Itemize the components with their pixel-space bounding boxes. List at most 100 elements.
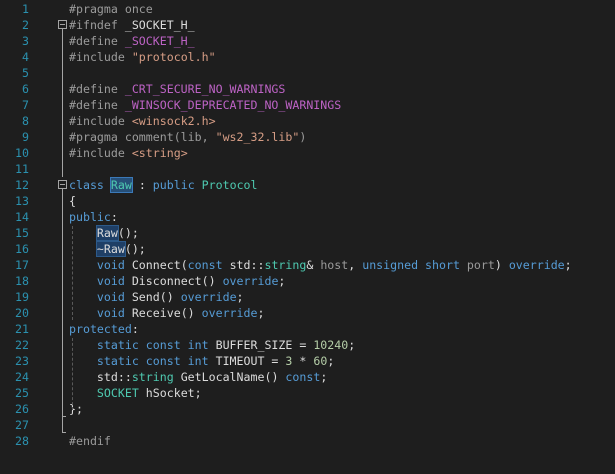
code-line[interactable]: 4 #include "protocol.h" bbox=[0, 49, 615, 65]
fold-line bbox=[62, 189, 63, 432]
code-token: ; bbox=[564, 258, 572, 272]
code-token: : bbox=[131, 322, 139, 336]
line-number: 13 bbox=[15, 194, 29, 208]
line-number: 24 bbox=[15, 370, 29, 384]
code-token: 10240 bbox=[313, 338, 349, 352]
code-text: ~Raw(); bbox=[69, 241, 146, 257]
code-token: ; bbox=[278, 274, 286, 288]
code-token: ; bbox=[320, 370, 328, 384]
code-line[interactable]: 6 #define _CRT_SECURE_NO_WARNINGS bbox=[0, 81, 615, 97]
code-line[interactable]: 20 void Receive() override; bbox=[0, 305, 615, 321]
line-number: 9 bbox=[22, 130, 29, 144]
code-token: (); bbox=[117, 226, 139, 240]
code-token: _WINSOCK_DEPRECATED_NO_WARNINGS bbox=[124, 98, 342, 112]
code-line[interactable]: 8 #include <winsock2.h> bbox=[0, 113, 615, 129]
line-number: 28 bbox=[15, 434, 29, 448]
code-token: static const int bbox=[96, 338, 216, 352]
code-line[interactable]: 25 SOCKET hSocket; bbox=[0, 385, 615, 401]
code-token: void bbox=[96, 258, 132, 272]
line-number: 19 bbox=[15, 290, 29, 304]
collapse-ifndef-icon[interactable] bbox=[58, 20, 67, 29]
code-line[interactable]: 22 static const int BUFFER_SIZE = 10240; bbox=[0, 337, 615, 353]
code-line[interactable]: 1 #pragma once bbox=[0, 1, 615, 17]
line-number: 11 bbox=[15, 162, 29, 176]
code-token: #pragma comment(lib, bbox=[69, 130, 216, 144]
code-line[interactable]: 23 static const int TIMEOUT = 3 * 60; bbox=[0, 353, 615, 369]
code-token: #include bbox=[69, 50, 132, 64]
code-token: <winsock2.h> bbox=[131, 114, 216, 128]
code-line[interactable]: 19 void Send() override; bbox=[0, 289, 615, 305]
code-text: #include "protocol.h" bbox=[69, 49, 216, 65]
code-line[interactable]: 26}; bbox=[0, 401, 615, 417]
code-line[interactable]: 15 Raw(); bbox=[0, 225, 615, 241]
code-token: #include bbox=[69, 146, 132, 160]
code-token: GetLocalName() bbox=[173, 370, 286, 384]
line-number: 1 bbox=[22, 2, 29, 16]
code-text: static const int TIMEOUT = 3 * 60; bbox=[69, 353, 334, 369]
code-line[interactable]: 27 bbox=[0, 417, 615, 433]
code-token: ; bbox=[327, 354, 335, 368]
code-token: _SOCKET_H_ bbox=[124, 34, 195, 48]
code-line[interactable]: 24 std::string GetLocalName() const; bbox=[0, 369, 615, 385]
code-line[interactable]: 12 class Raw : public Protocol bbox=[0, 177, 615, 193]
code-token: (); bbox=[124, 242, 146, 256]
collapse-class-icon[interactable] bbox=[58, 180, 67, 189]
line-number: 3 bbox=[22, 34, 29, 48]
code-token: Disconnect() bbox=[131, 274, 223, 288]
code-line[interactable]: 2 #ifndef _SOCKET_H_ bbox=[0, 17, 615, 33]
code-line[interactable]: 14 public: bbox=[0, 209, 615, 225]
code-token: "ws2_32.lib" bbox=[215, 130, 300, 144]
code-text: void Disconnect() override; bbox=[69, 273, 285, 289]
code-line[interactable]: 11 bbox=[0, 161, 615, 177]
code-line[interactable]: 9 #pragma comment(lib, "ws2_32.lib") bbox=[0, 129, 615, 145]
code-token: public bbox=[152, 178, 202, 192]
code-line[interactable]: 18 void Disconnect() override; bbox=[0, 273, 615, 289]
code-token: : bbox=[131, 178, 153, 192]
code-token: static const int bbox=[96, 354, 216, 368]
code-editor[interactable]: 1 #pragma once 2 #ifndef _SOCKET_H_ 3 #define… bbox=[0, 1, 615, 449]
code-text: protected: bbox=[69, 321, 139, 337]
code-token: port bbox=[466, 258, 495, 272]
code-text: static const int BUFFER_SIZE = 10240; bbox=[69, 337, 355, 353]
code-token: ) bbox=[299, 130, 307, 144]
line-number: 27 bbox=[15, 418, 29, 432]
code-text: void Send() override; bbox=[69, 289, 244, 305]
code-line[interactable]: 13 { bbox=[0, 193, 615, 209]
code-token: "protocol.h" bbox=[131, 50, 216, 64]
code-line[interactable]: 17 void Connect(const std::string& host,… bbox=[0, 257, 615, 273]
line-number: 15 bbox=[15, 226, 29, 240]
line-number: 8 bbox=[22, 114, 29, 128]
code-line[interactable]: 3 #define _SOCKET_H_ bbox=[0, 33, 615, 49]
code-token: override bbox=[508, 258, 565, 272]
code-token: Raw bbox=[95, 225, 119, 241]
code-token: const bbox=[285, 370, 321, 384]
code-token: : bbox=[110, 210, 118, 224]
code-line[interactable]: 5 bbox=[0, 65, 615, 81]
code-token: const bbox=[187, 258, 230, 272]
code-token: 60 bbox=[313, 354, 328, 368]
code-token: void bbox=[96, 290, 132, 304]
code-text: class Raw : public Protocol bbox=[69, 177, 258, 193]
code-token: void bbox=[96, 274, 132, 288]
line-number: 2 bbox=[22, 18, 29, 32]
code-line[interactable]: 10 #include <string> bbox=[0, 145, 615, 161]
code-line[interactable]: 28 #endif bbox=[0, 433, 615, 449]
line-number: 21 bbox=[15, 322, 29, 336]
line-number: 18 bbox=[15, 274, 29, 288]
code-line[interactable]: 7 #define _WINSOCK_DEPRECATED_NO_WARNINGS bbox=[0, 97, 615, 113]
code-line[interactable]: 21 protected: bbox=[0, 321, 615, 337]
code-token: <string> bbox=[131, 146, 188, 160]
code-token: TIMEOUT = bbox=[215, 354, 286, 368]
code-token: #pragma once bbox=[69, 2, 153, 16]
code-token: , bbox=[348, 258, 363, 272]
code-line[interactable]: 16 ~Raw(); bbox=[0, 241, 615, 257]
line-number: 20 bbox=[15, 306, 29, 320]
code-token: ) bbox=[494, 258, 509, 272]
code-text: std::string GetLocalName() const; bbox=[69, 369, 327, 385]
